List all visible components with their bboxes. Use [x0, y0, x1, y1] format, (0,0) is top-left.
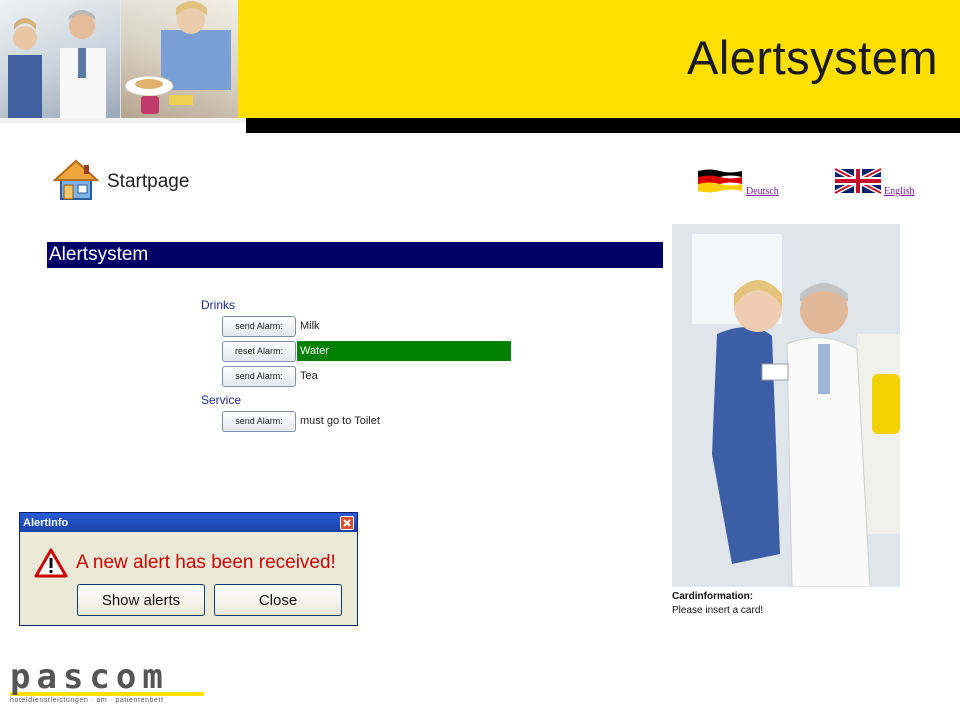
- photo-doctor-patient: [0, 0, 120, 118]
- close-dialog-button[interactable]: Close: [214, 584, 342, 616]
- logo-tagline: hoteldienstleistungen · am · patientenbe…: [10, 697, 164, 704]
- startpage-link[interactable]: Startpage: [52, 158, 190, 207]
- logo-wordmark: pascom: [10, 657, 169, 697]
- active-alarm-highlight: [297, 341, 511, 361]
- dialog-close-button[interactable]: [340, 515, 354, 530]
- card-info-title: Cardinformation:: [672, 591, 754, 602]
- reset-alarm-button[interactable]: reset Alarm:: [222, 340, 296, 362]
- header-divider-light: [0, 118, 246, 123]
- show-alerts-button[interactable]: Show alerts: [77, 584, 205, 616]
- header-title: Alertsystem: [687, 31, 938, 84]
- pascom-logo: pascom hoteldienstleistungen · am · pati…: [10, 660, 204, 704]
- alarm-row-water: reset Alarm: Water: [222, 340, 511, 362]
- alarm-item-label: Tea: [300, 370, 318, 382]
- language-link-english[interactable]: English: [833, 166, 915, 199]
- language-label-deutsch[interactable]: Deutsch: [746, 186, 779, 197]
- alarm-item-label: Water: [300, 345, 329, 357]
- card-info-text: Please insert a card!: [672, 605, 764, 616]
- section-title-bar: Alertsystem: [47, 242, 663, 268]
- dialog-title: AlertInfo: [23, 516, 69, 529]
- alert-message: A new alert has been received!: [76, 552, 336, 573]
- alarm-item-label: Milk: [300, 320, 320, 332]
- header-band: Alertsystem: [238, 0, 960, 118]
- header-photo-collage: [0, 0, 238, 118]
- warning-icon: [34, 548, 68, 583]
- startpage-label: Startpage: [107, 171, 190, 192]
- dialog-titlebar: AlertInfo: [20, 513, 357, 532]
- send-alarm-button[interactable]: send Alarm:: [222, 365, 296, 387]
- alarm-row-toilet: send Alarm: must go to Toilet: [222, 410, 380, 432]
- alarm-item-label: must go to Toilet: [300, 415, 380, 427]
- alarm-row-tea: send Alarm: Tea: [222, 365, 318, 387]
- language-label-english[interactable]: English: [884, 186, 915, 197]
- photo-patient-with-doctor: [672, 224, 900, 587]
- header-divider: [246, 118, 960, 133]
- close-icon: [343, 518, 351, 527]
- language-link-deutsch[interactable]: Deutsch: [696, 168, 779, 199]
- alarm-row-milk: send Alarm: Milk: [222, 315, 320, 337]
- de-flag-icon: [696, 168, 744, 199]
- send-alarm-button[interactable]: send Alarm:: [222, 315, 296, 337]
- send-alarm-button[interactable]: send Alarm:: [222, 410, 296, 432]
- alert-info-dialog: AlertInfo A new alert has been received!…: [19, 512, 358, 626]
- dialog-body: A new alert has been received! Show aler…: [20, 532, 357, 625]
- photo-patient-meal: [121, 0, 238, 118]
- uk-flag-icon: [833, 166, 883, 199]
- group-label-service: Service: [201, 393, 242, 407]
- home-icon: [52, 158, 100, 207]
- group-label-drinks: Drinks: [201, 298, 236, 312]
